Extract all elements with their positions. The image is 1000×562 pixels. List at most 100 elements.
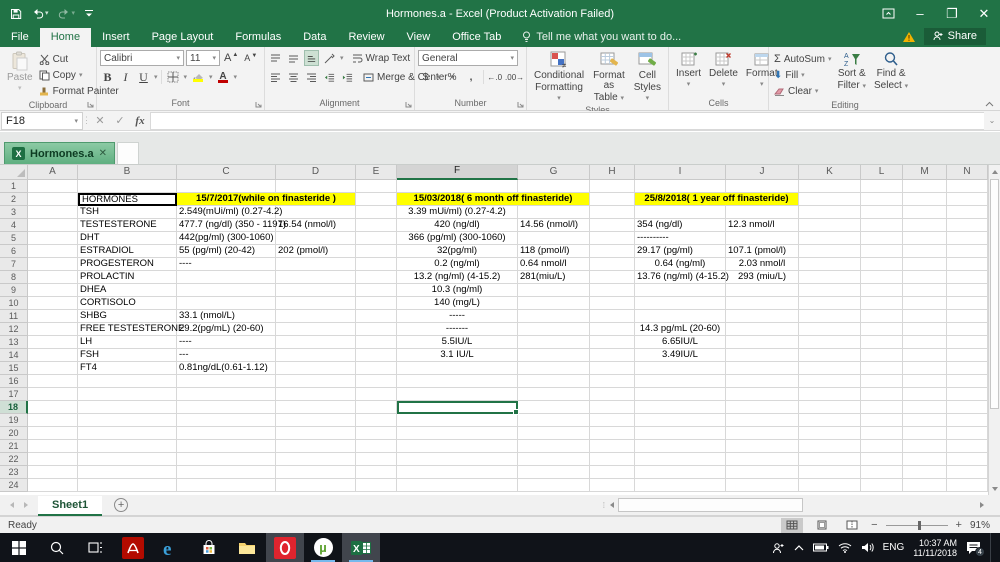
undo-button[interactable]: ▾ — [31, 8, 49, 19]
cell-L1[interactable] — [861, 180, 903, 193]
cell-C12[interactable]: 29.2(pg/mL) (20-60) — [177, 323, 276, 336]
horizontal-scroll-thumb[interactable] — [618, 498, 803, 512]
cell-N12[interactable] — [947, 323, 988, 336]
cell-J5[interactable] — [726, 232, 799, 245]
column-header-B[interactable]: B — [78, 165, 177, 180]
cell-C15[interactable]: 0.81ng/dL(0.61-1.12) — [177, 362, 276, 375]
cell-N18[interactable] — [947, 401, 988, 414]
fill-color-icon[interactable] — [190, 69, 206, 85]
formula-input[interactable] — [150, 112, 984, 130]
cell-A17[interactable] — [28, 388, 78, 401]
cell-B7[interactable]: PROGESTERON — [78, 258, 177, 271]
cell-H17[interactable] — [590, 388, 635, 401]
sort-filter-button[interactable]: AZ Sort &Filter ▾ — [833, 50, 870, 92]
insert-cells-button[interactable]: Insert▾ — [672, 50, 705, 89]
cell-H20[interactable] — [590, 427, 635, 440]
tab-insert[interactable]: Insert — [91, 28, 141, 47]
cell-C21[interactable] — [177, 440, 276, 453]
cell-C6[interactable]: 55 (pg/ml) (20-42) — [177, 245, 276, 258]
cell-L16[interactable] — [861, 375, 903, 388]
cell-I16[interactable] — [635, 375, 726, 388]
cell-K24[interactable] — [799, 479, 861, 492]
column-header-C[interactable]: C — [177, 165, 276, 180]
cell-L6[interactable] — [861, 245, 903, 258]
column-header-D[interactable]: D — [276, 165, 356, 180]
cell-K17[interactable] — [799, 388, 861, 401]
wrap-text-button[interactable]: Wrap Text — [350, 50, 413, 66]
cell-E13[interactable] — [356, 336, 397, 349]
cell-J11[interactable] — [726, 310, 799, 323]
cell-N9[interactable] — [947, 284, 988, 297]
cell-M8[interactable] — [903, 271, 947, 284]
cell-F19[interactable] — [397, 414, 518, 427]
document-tab-hormones[interactable]: X Hormones.a ✕ — [4, 142, 115, 164]
minimize-button[interactable]: – — [904, 0, 936, 27]
column-header-H[interactable]: H — [590, 165, 635, 180]
people-icon[interactable] — [772, 542, 785, 554]
cell-G12[interactable] — [518, 323, 590, 336]
cell-C7[interactable]: ---- — [177, 258, 276, 271]
autosum-button[interactable]: ΣAutoSum▾ — [772, 51, 833, 67]
cell-I20[interactable] — [635, 427, 726, 440]
increase-decimal-icon[interactable]: ←.0 — [487, 69, 502, 85]
add-sheet-icon[interactable]: + — [114, 498, 128, 512]
row-header-16[interactable]: 16 — [0, 375, 28, 388]
cell-H9[interactable] — [590, 284, 635, 297]
cell-D1[interactable] — [276, 180, 356, 193]
cell-A16[interactable] — [28, 375, 78, 388]
cell-A5[interactable] — [28, 232, 78, 245]
cell-B14[interactable]: FSH — [78, 349, 177, 362]
next-sheet-icon[interactable] — [24, 502, 28, 508]
cell-H6[interactable] — [590, 245, 635, 258]
cell-A11[interactable] — [28, 310, 78, 323]
cell-I13[interactable]: 6.65IU/L — [635, 336, 726, 349]
cell-F5[interactable]: 366 (pg/ml) (300-1060) — [397, 232, 518, 245]
cell-I8[interactable]: 13.76 (ng/ml) (4-15.2) — [635, 271, 726, 284]
top-align-icon[interactable] — [268, 50, 283, 66]
cell-N21[interactable] — [947, 440, 988, 453]
middle-align-icon[interactable] — [286, 50, 301, 66]
cell-F4[interactable]: 420 (ng/dl) — [397, 219, 518, 232]
cell-D13[interactable] — [276, 336, 356, 349]
cell-N3[interactable] — [947, 206, 988, 219]
row-header-12[interactable]: 12 — [0, 323, 28, 336]
cell-K20[interactable] — [799, 427, 861, 440]
cell-B22[interactable] — [78, 453, 177, 466]
cell-K22[interactable] — [799, 453, 861, 466]
font-color-icon[interactable]: A — [216, 69, 231, 85]
cell-G20[interactable] — [518, 427, 590, 440]
cell-C24[interactable] — [177, 479, 276, 492]
cell-G11[interactable] — [518, 310, 590, 323]
cell-styles-button[interactable]: CellStyles ▾ — [630, 50, 665, 104]
close-document-tab-icon[interactable]: ✕ — [99, 148, 107, 159]
cell-E18[interactable] — [356, 401, 397, 414]
cell-J21[interactable] — [726, 440, 799, 453]
increase-font-icon[interactable]: A▲ — [222, 50, 240, 66]
cell-G22[interactable] — [518, 453, 590, 466]
cell-G8[interactable]: 281(miu/L) — [518, 271, 590, 284]
cell-H7[interactable] — [590, 258, 635, 271]
cell-N14[interactable] — [947, 349, 988, 362]
cell-N10[interactable] — [947, 297, 988, 310]
cancel-formula-icon[interactable]: ✕ — [90, 114, 110, 127]
cell-C5[interactable]: 442(pg/ml) (300-1060) — [177, 232, 276, 245]
cell-B3[interactable]: TSH — [78, 206, 177, 219]
cell-A1[interactable] — [28, 180, 78, 193]
cell-M2[interactable] — [903, 193, 947, 206]
cell-F18[interactable] — [397, 401, 518, 414]
scroll-right-icon[interactable] — [976, 502, 988, 508]
cell-D19[interactable] — [276, 414, 356, 427]
row-header-13[interactable]: 13 — [0, 336, 28, 349]
cell-L13[interactable] — [861, 336, 903, 349]
column-header-I[interactable]: I — [635, 165, 726, 180]
cell-D17[interactable] — [276, 388, 356, 401]
cell-H15[interactable] — [590, 362, 635, 375]
cell-I17[interactable] — [635, 388, 726, 401]
cell-I5[interactable]: ---------- — [635, 232, 726, 245]
cell-E2[interactable] — [356, 193, 397, 206]
cell-I1[interactable] — [635, 180, 726, 193]
cell-N22[interactable] — [947, 453, 988, 466]
cell-K15[interactable] — [799, 362, 861, 375]
cell-C13[interactable]: ---- — [177, 336, 276, 349]
cell-L10[interactable] — [861, 297, 903, 310]
